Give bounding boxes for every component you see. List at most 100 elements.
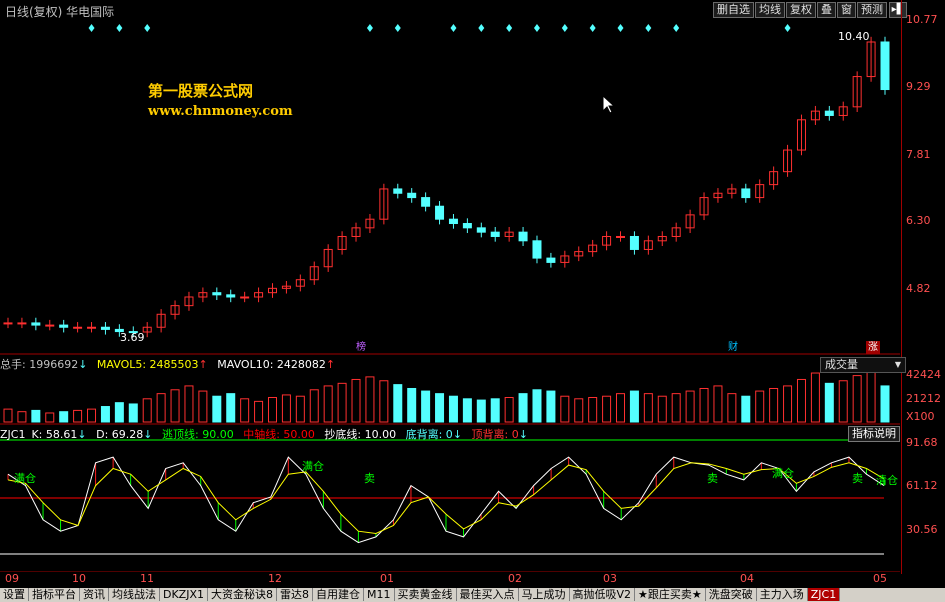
- tab-high-low-v2[interactable]: 高抛低吸V2: [569, 588, 636, 601]
- mid-line-label: 中轴线: 50.00: [243, 428, 315, 441]
- volume-bar: [838, 380, 848, 423]
- tab-indicator-platform[interactable]: 指标平台: [29, 588, 80, 601]
- signal-diamond: [478, 24, 485, 32]
- candle-body: [462, 223, 472, 229]
- down-arrow-icon: ↓: [77, 428, 87, 441]
- volume-bar: [212, 395, 222, 423]
- window-button[interactable]: 窗: [837, 2, 856, 18]
- indicator-name[interactable]: ZJC1: [0, 428, 25, 441]
- chevron-down-icon: ▼: [894, 360, 901, 369]
- indicator-explain-button[interactable]: 指标说明: [848, 426, 900, 442]
- kline-chart[interactable]: [0, 20, 900, 572]
- indicator-tick: 30.56: [906, 523, 938, 536]
- candle-body: [45, 324, 55, 327]
- volume-bar: [727, 393, 737, 423]
- candle-body: [532, 240, 542, 259]
- volume-bar: [31, 409, 41, 423]
- tab-golden-line[interactable]: 买卖黄金线: [394, 588, 457, 601]
- tab-zjc1[interactable]: ZJC1: [807, 588, 841, 601]
- remove-watchlist-button[interactable]: 删自选: [713, 2, 754, 18]
- down-arrow-icon: ↓: [452, 428, 463, 441]
- volume-bar: [73, 409, 83, 423]
- high-price-label: 10.40: [838, 30, 870, 43]
- signal-diamond: [450, 24, 457, 32]
- tab-follow-dealer[interactable]: ★跟庄买卖★: [635, 588, 706, 601]
- volume-bar: [588, 397, 598, 423]
- tab-m11[interactable]: M11: [364, 588, 395, 601]
- volume-bar: [337, 382, 347, 423]
- candle-body: [87, 326, 97, 329]
- volume-bar: [643, 393, 653, 423]
- down-arrow-icon: ↓: [143, 428, 153, 441]
- volume-bar: [128, 403, 138, 423]
- tab-settings[interactable]: 设置: [0, 588, 29, 601]
- event-tag-rank[interactable]: 榜: [354, 341, 368, 354]
- signal-diamond: [617, 24, 624, 32]
- tab-main-entry[interactable]: 主力入场: [756, 588, 808, 601]
- watermark-url[interactable]: www.chnmoney.com: [148, 104, 293, 119]
- volume-bar: [852, 375, 862, 423]
- volume-indicator-select[interactable]: 成交量 ▼: [820, 357, 906, 373]
- tab-dkzjx1[interactable]: DKZJX1: [160, 588, 208, 601]
- volume-bar: [142, 398, 152, 423]
- tab-news[interactable]: 资讯: [80, 588, 109, 601]
- volume-bar: [267, 397, 277, 423]
- volume-bar: [156, 393, 166, 423]
- volume-bar: [783, 385, 793, 423]
- signal-diamond: [645, 24, 652, 32]
- volume-bar: [532, 389, 542, 423]
- tab-success[interactable]: 马上成功: [518, 588, 570, 601]
- volume-bar: [323, 385, 333, 423]
- candle-body: [741, 188, 751, 199]
- volume-bar: [476, 399, 486, 423]
- adjust-price-button[interactable]: 复权: [786, 2, 816, 18]
- volume-bar: [810, 372, 820, 423]
- signal-label: 满仓: [302, 460, 324, 473]
- volume-bar: [379, 380, 389, 423]
- candle-body: [490, 231, 500, 237]
- date-label: 04: [740, 572, 754, 585]
- tab-radar-8[interactable]: 雷达8: [277, 588, 313, 601]
- indicator-tabs: 设置 指标平台 资讯 均线战法 DKZJX1 大资金秘诀8 雷达8 自用建仓 M…: [0, 588, 945, 602]
- tab-ma-strategy[interactable]: 均线战法: [109, 588, 160, 601]
- tab-self-build[interactable]: 自用建仓: [313, 588, 364, 601]
- volume-bar: [880, 385, 890, 423]
- tab-best-buy[interactable]: 最佳买入点: [456, 588, 519, 601]
- candle-body: [448, 218, 458, 225]
- up-arrow-icon: ↑: [325, 358, 336, 371]
- volume-bar: [448, 395, 458, 423]
- date-label: 01: [380, 572, 394, 585]
- indicator-tick: 61.12: [906, 479, 938, 492]
- price-tick: 10.77: [906, 13, 938, 26]
- indicator-header: ZJC1 K: 58.61↓ D: 69.28↓ 逃顶线: 90.00 中轴线: …: [0, 426, 900, 442]
- signal-diamond: [394, 24, 401, 32]
- tab-big-fund-8[interactable]: 大资金秘诀8: [208, 588, 277, 601]
- kd-lines: [7, 456, 885, 544]
- candle-body: [629, 235, 639, 250]
- volume-bar: [295, 395, 305, 423]
- candle-body: [616, 235, 626, 238]
- candle-body: [59, 324, 69, 328]
- event-tag-finance[interactable]: 财: [726, 341, 740, 354]
- volume-bar: [602, 395, 612, 423]
- forecast-button[interactable]: 预测: [857, 2, 887, 18]
- candle-body: [824, 110, 834, 116]
- volume-bar: [393, 384, 403, 423]
- volume-bars: [3, 363, 890, 423]
- volume-bar: [560, 395, 570, 423]
- signal-diamond: [589, 24, 596, 32]
- volume-bar: [170, 389, 180, 423]
- event-tag-limit-up[interactable]: 涨: [866, 341, 880, 354]
- top-divergence-label: 顶背离: 0: [471, 428, 519, 441]
- moving-average-button[interactable]: 均线: [755, 2, 785, 18]
- price-tick: 9.29: [906, 80, 931, 93]
- bottom-line-label: 抄底线: 10.00: [324, 428, 397, 441]
- tab-washout[interactable]: 洗盘突破: [705, 588, 757, 601]
- mouse-cursor-icon: [603, 96, 615, 114]
- down-arrow-icon: ↓: [78, 358, 88, 371]
- signal-diamond: [88, 24, 95, 32]
- window-title: 日线(复权) 华电国际: [5, 5, 115, 19]
- d-value-label: D: 69.28: [96, 428, 144, 441]
- indicator-tick: 91.68: [906, 436, 938, 449]
- overlay-button[interactable]: 叠: [817, 2, 836, 18]
